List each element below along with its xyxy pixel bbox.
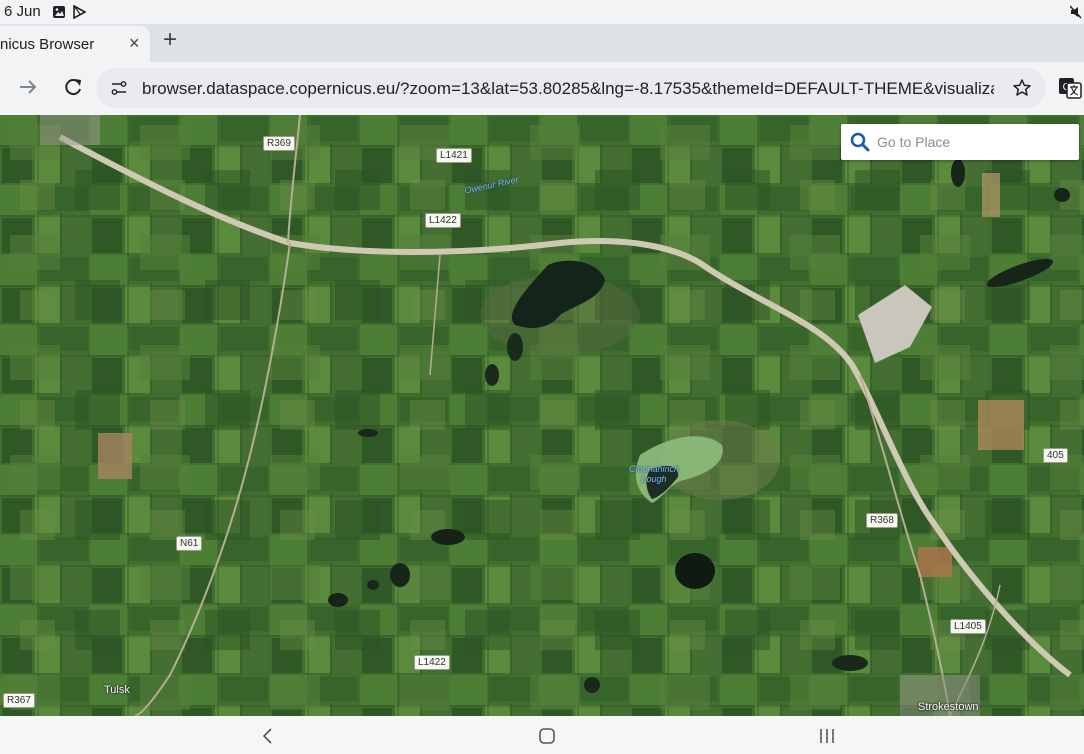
road-label-l1422-north: L1422 xyxy=(425,213,461,228)
road-label-r367: R367 xyxy=(3,693,35,708)
lough-name-line2: Lough xyxy=(641,474,667,484)
status-bar: 6 Jun xyxy=(0,0,1084,24)
play-store-icon xyxy=(73,5,86,19)
mute-icon xyxy=(1070,5,1082,19)
road-label-r368: R368 xyxy=(866,513,898,528)
water-label-lough: Cloonahinch Lough xyxy=(624,464,684,484)
close-tab-icon[interactable]: × xyxy=(129,34,140,52)
road-label-405: 405 xyxy=(1043,448,1068,463)
road-label-l1405: L1405 xyxy=(950,619,986,634)
road-label-n61: N61 xyxy=(176,536,203,551)
back-nav-icon[interactable] xyxy=(258,726,278,746)
browser-toolbar: browser.dataspace.copernicus.eu/?zoom=13… xyxy=(0,62,1084,114)
system-nav-bar xyxy=(0,716,1084,754)
place-label-strokestown: Strokestown xyxy=(918,701,979,713)
home-nav-icon[interactable] xyxy=(537,726,557,746)
go-to-place-search[interactable] xyxy=(841,124,1079,160)
road-label-r369: R369 xyxy=(263,136,295,151)
site-info-icon[interactable] xyxy=(110,79,128,97)
address-bar[interactable]: browser.dataspace.copernicus.eu/?zoom=13… xyxy=(96,68,1046,108)
bookmark-star-icon[interactable] xyxy=(1012,78,1032,98)
url-text[interactable]: browser.dataspace.copernicus.eu/?zoom=13… xyxy=(142,79,994,99)
tab-copernicus-browser[interactable]: nicus Browser × xyxy=(0,26,150,62)
new-tab-button[interactable]: + xyxy=(163,28,177,52)
road-label-l1422-south: L1422 xyxy=(414,655,450,670)
reload-icon[interactable] xyxy=(62,76,84,98)
translate-icon[interactable]: G xyxy=(1058,76,1082,100)
road-label-l1421: L1421 xyxy=(436,148,472,163)
search-input[interactable] xyxy=(877,130,1067,154)
search-icon[interactable] xyxy=(850,132,870,152)
gallery-icon xyxy=(53,6,65,18)
place-label-tulsk: Tulsk xyxy=(104,684,130,696)
lough-name-line1: Cloonahinch xyxy=(628,464,680,474)
satellite-map[interactable]: R369 L1421 L1422 N61 R368 405 L1405 L142… xyxy=(0,115,1084,716)
forward-icon[interactable] xyxy=(17,76,39,98)
tab-title: nicus Browser xyxy=(0,36,95,53)
status-date: 6 Jun xyxy=(4,3,41,20)
recents-nav-icon[interactable] xyxy=(817,726,837,746)
satellite-imagery[interactable] xyxy=(0,115,1084,716)
